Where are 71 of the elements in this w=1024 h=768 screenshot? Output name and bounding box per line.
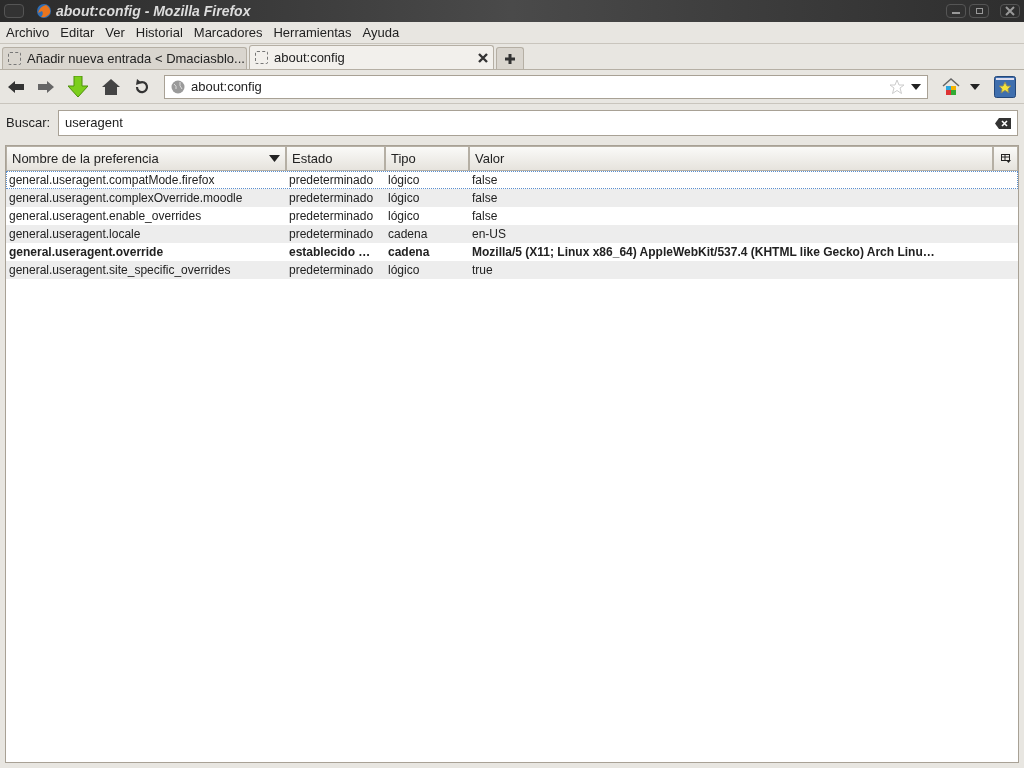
new-tab-button[interactable] [496,47,524,69]
reload-icon[interactable] [134,78,150,95]
preference-row[interactable]: general.useragent.locale predeterminado cadena en-US [6,225,1018,243]
column-header[interactable]: Valor [469,146,993,171]
menu-item[interactable]: Marcadores [193,22,263,43]
table-cell-text: Mozilla/5 (X11; Linux x86_64) AppleWebKit/537.4 (KHTML like Gecko) Arch Linu… [471,244,936,261]
menu-item[interactable]: Ver [105,22,125,43]
table-cell-text: general.useragent.site_specific_overrides [8,262,232,279]
table-cell-text: en-US [471,226,507,243]
menu-item[interactable]: Editar [60,22,95,43]
table-cell-text: general.useragent.override [8,244,165,261]
preference-row[interactable]: general.useragent.complexOverride.moodle predeterminado lógico false [6,189,1018,207]
column-picker-icon [1000,154,1011,163]
close-tab-icon[interactable] [478,52,488,63]
bookmark-star-icon[interactable] [889,78,905,95]
table-cell-text: predeterminado [288,190,375,207]
column-header[interactable]: Estado [286,146,385,171]
search-field[interactable]: useragent [65,113,995,133]
table-cell-text: false [471,190,499,207]
table-cell-text: lógico [387,208,421,225]
table-cell-text: predeterminado [288,208,375,225]
forward-icon[interactable] [38,80,54,93]
browser-logo-icon [36,3,52,19]
table-cell-text: false [471,208,499,225]
window-title: about:config - Mozilla Firefox [56,1,251,21]
bookmarks-icon[interactable] [994,75,1016,98]
tab[interactable]: about:config [249,45,494,69]
home-icon[interactable] [102,78,120,95]
column-picker-button[interactable] [993,146,1018,171]
column-header[interactable]: Nombre de la preferencia [6,146,286,171]
table-cell-text: predeterminado [288,172,375,189]
preference-row[interactable]: general.useragent.compatMode.firefox predeterminado lógico false [6,171,1018,189]
menu-item[interactable]: Historial [135,22,183,43]
table-cell-text: establecido … [288,244,372,261]
table-cell-text: lógico [387,172,421,189]
preference-row[interactable]: general.useragent.site_specific_overrides predeterminado lógico true [6,261,1018,279]
table-cell-text: predeterminado [288,226,375,243]
download-icon[interactable] [68,75,88,98]
page-icon [8,52,21,65]
plus-icon [505,53,515,64]
table-cell-text: cadena [387,244,431,261]
tab[interactable]: Añadir nueva entrada < Dmaciasblo... [2,47,247,69]
table-cell-text: lógico [387,190,421,207]
table-cell-text: general.useragent.complexOverride.moodle [8,190,244,207]
search-bar[interactable]: useragent [58,110,1018,136]
table-cell-text: general.useragent.compatMode.firefox [8,172,216,189]
menu-item[interactable]: Herramientas [273,22,352,43]
page-icon [255,51,268,64]
table-cell-text: general.useragent.enable_overrides [8,208,203,225]
column-header[interactable]: Tipo [385,146,469,171]
menu-item[interactable]: Archivo [6,22,50,43]
globe-icon [171,79,185,94]
close-button[interactable] [1000,4,1020,18]
dropdown-arrow-icon[interactable] [970,83,980,90]
menu-item[interactable]: Ayuda [362,22,400,43]
clear-icon[interactable] [995,117,1011,129]
table-cell-text: lógico [387,262,421,279]
table-cell-text: true [471,262,494,279]
table-cell-text: general.useragent.locale [8,226,142,243]
dropdown-arrow-icon[interactable] [911,83,921,90]
home-tiles-icon[interactable] [942,77,960,96]
table-cell-text: false [471,172,499,189]
maximize-button[interactable] [969,4,989,18]
back-icon[interactable] [8,80,24,93]
minimize-button[interactable] [946,4,966,18]
table-cell-text: cadena [387,226,429,243]
sort-arrow-icon [269,155,280,162]
address-field[interactable]: about:config [191,76,883,97]
search-label: Buscar: [6,114,51,133]
address-bar[interactable]: about:config [164,74,928,99]
table-cell-text: predeterminado [288,262,375,279]
